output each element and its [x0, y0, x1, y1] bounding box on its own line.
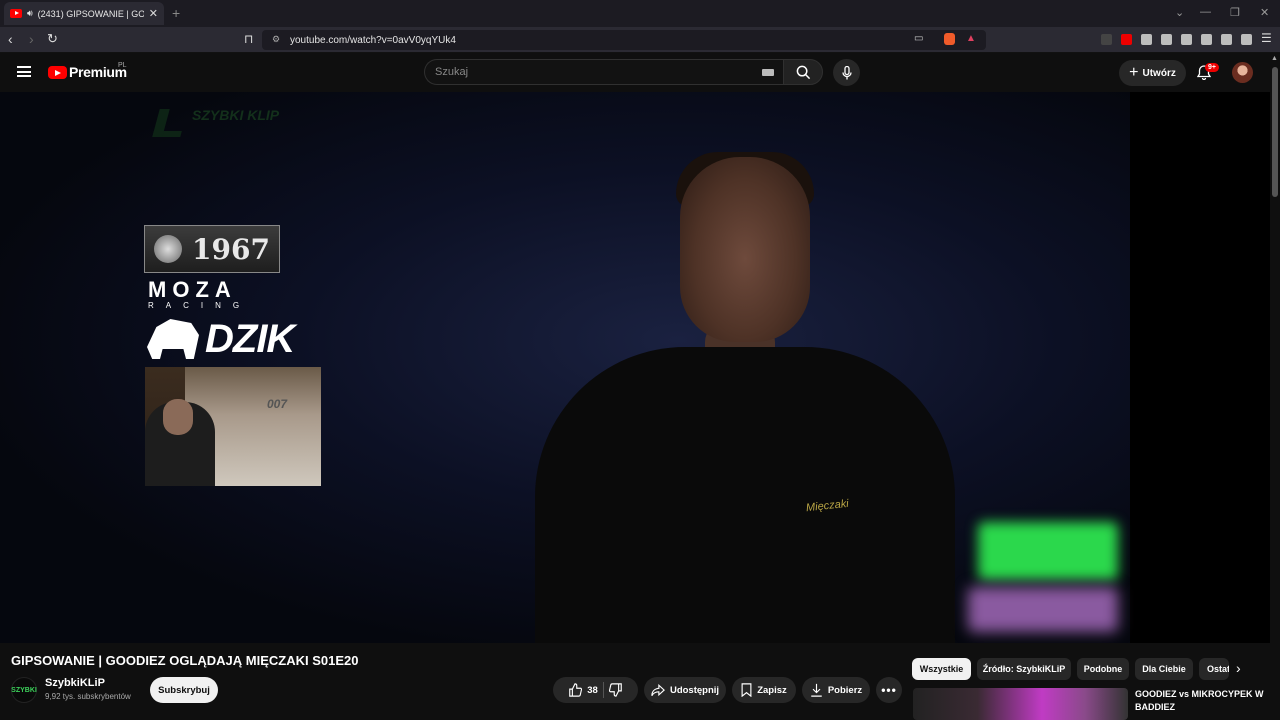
like-divider [602, 682, 604, 698]
moza-text: MOZA [148, 277, 237, 302]
scrollbar-thumb[interactable] [1272, 67, 1278, 197]
create-button[interactable]: + Utwórz [1119, 60, 1186, 86]
download-icon [811, 683, 822, 697]
window-close-icon[interactable]: ✕ [1260, 6, 1269, 19]
chip-for-you[interactable]: Dla Ciebie [1135, 658, 1193, 680]
browser-toolbar: ‹ › ↻ ⊓ ⚙︎ youtube.com/watch?v=0avV0yqYU… [0, 27, 1280, 53]
recommended-video-title[interactable]: GOODIEZ vs MIKROCYPEK W BADDIEZ [1135, 688, 1265, 714]
chip-source[interactable]: Źródło: SzybkiKLiP [977, 658, 1071, 680]
channel-avatar[interactable]: SZYBKI [11, 677, 37, 703]
guide-menu-icon[interactable] [17, 66, 31, 77]
recommended-video-thumbnail[interactable] [913, 688, 1128, 720]
microphone-icon [841, 65, 852, 79]
chevron-right-icon[interactable]: › [1236, 660, 1241, 676]
tab-close-icon[interactable]: ✕ [149, 7, 158, 20]
url-text: youtube.com/watch?v=0avV0yqYUk4 [290, 34, 456, 46]
minimize-icon[interactable]: — [1200, 6, 1211, 18]
sidebar-icon[interactable] [1181, 34, 1192, 45]
back-icon[interactable]: ‹ [8, 32, 13, 46]
browser-tab-bar: 🔊︎ (2431) GIPSOWANIE | GOODIEZ ✕ + ⌄ — ❐… [0, 0, 1280, 27]
boar-logo-icon [147, 319, 199, 359]
music-icon[interactable] [1161, 34, 1172, 45]
share-button[interactable]: Udostępnij [644, 677, 726, 703]
tab-list-icon[interactable]: ⌄ [1175, 6, 1184, 19]
search-icon [796, 65, 810, 79]
new-tab-button[interactable]: + [172, 5, 180, 21]
like-count: 38 [587, 684, 598, 696]
streamer-webcam: 007 [145, 367, 321, 486]
thumbs-down-icon[interactable] [608, 683, 623, 697]
extension-icon[interactable] [1101, 34, 1112, 45]
presenter-body [535, 347, 955, 643]
plus-icon: + [1129, 64, 1139, 81]
more-actions-button[interactable]: ••• [876, 677, 902, 703]
sponsor-1967: 1967 [144, 225, 280, 273]
chip-related[interactable]: Podobne [1077, 658, 1129, 680]
maximize-icon[interactable]: ❐ [1230, 6, 1240, 19]
rewards-icon[interactable]: ▲ [966, 33, 976, 44]
notification-badge: 9+ [1205, 63, 1219, 72]
logo-country-code: PL [118, 62, 127, 69]
sponsor-moza: MOZA RACING [148, 279, 280, 311]
more-icon: ••• [881, 683, 897, 697]
tab-title: (2431) GIPSOWANIE | GOODIEZ [37, 8, 144, 19]
keyboard-icon[interactable] [762, 69, 774, 76]
cast-icon[interactable]: ▭ [914, 33, 923, 44]
forward-icon[interactable]: › [29, 32, 34, 46]
menu-icon[interactable]: ☰ [1261, 31, 1272, 45]
chip-recent[interactable]: Ostatnio [1199, 658, 1229, 680]
search-button[interactable] [783, 59, 823, 85]
download-button[interactable]: Pobierz [802, 677, 870, 703]
sponsor-1967-text: 1967 [192, 232, 270, 266]
vpn-icon[interactable] [1241, 34, 1252, 45]
webcam-face [163, 399, 193, 435]
moza-racing-text: RACING [148, 301, 252, 310]
dzik-text: DZIK [205, 317, 295, 361]
browser-tab[interactable]: 🔊︎ (2431) GIPSOWANIE | GOODIEZ ✕ [4, 2, 164, 25]
bookmark-icon[interactable]: ⊓ [244, 32, 253, 46]
youtube-extension-icon[interactable] [1121, 34, 1132, 45]
scroll-up-icon[interactable]: ▲ [1271, 55, 1278, 62]
brave-shield-icon[interactable] [944, 33, 955, 45]
subscribe-button[interactable]: Subskrybuj [150, 677, 218, 703]
speaker-icon[interactable]: 🔊︎ [27, 8, 33, 19]
download-label: Pobierz [827, 684, 863, 696]
share-icon [651, 683, 665, 696]
subscriber-count: 9,92 tys. subskrybentów [45, 692, 131, 701]
save-label: Zapisz [757, 684, 787, 696]
voice-search-button[interactable] [833, 59, 860, 86]
channel-watermark-icon [152, 109, 188, 137]
youtube-masthead: Premium PL Szukaj + Utwórz 9+ [0, 53, 1270, 92]
video-title: GIPSOWANIE | GOODIEZ OGLĄDAJĄ MIĘCZAKI S… [11, 653, 359, 668]
page-scrollbar[interactable]: ▲ [1270, 53, 1280, 720]
video-frame: SZYBKI KLIP Mięczaki 1967 MOZA RACING DZ… [0, 92, 1130, 643]
puzzle-icon[interactable] [1141, 34, 1152, 45]
blurred-overlay-green [978, 522, 1118, 580]
wolf-logo-icon [154, 235, 183, 263]
share-label: Udostępnij [669, 684, 720, 696]
channel-watermark: SZYBKI KLIP [192, 107, 280, 123]
leo-icon[interactable] [1221, 34, 1232, 45]
search-input[interactable]: Szukaj [424, 59, 783, 85]
like-dislike-group: 38 [553, 677, 638, 703]
like-button[interactable]: 38 [568, 683, 598, 697]
webcam-007-sign: 007 [267, 397, 288, 411]
video-player[interactable]: SZYBKI KLIP Mięczaki 1967 MOZA RACING DZ… [0, 92, 1270, 643]
youtube-favicon-icon [10, 9, 22, 18]
sponsor-dzik: DZIK [147, 316, 317, 362]
reload-icon[interactable]: ↻ [47, 32, 58, 46]
create-label: Utwórz [1142, 67, 1176, 79]
wallet-icon[interactable] [1201, 34, 1212, 45]
site-settings-icon[interactable]: ⚙︎ [272, 34, 280, 45]
save-button[interactable]: Zapisz [732, 677, 796, 703]
youtube-logo-icon[interactable] [48, 66, 67, 79]
bookmark-save-icon [741, 683, 752, 697]
blurred-overlay-purple [968, 587, 1118, 632]
thumbs-up-icon [569, 683, 583, 697]
url-bar[interactable]: ⚙︎ youtube.com/watch?v=0avV0yqYUk4 ▭ ▲ [262, 30, 986, 50]
chip-all[interactable]: Wszystkie [912, 658, 971, 680]
presenter-head [680, 157, 810, 342]
account-avatar[interactable] [1232, 62, 1253, 83]
channel-name[interactable]: SzybkiKLiP [45, 677, 105, 689]
